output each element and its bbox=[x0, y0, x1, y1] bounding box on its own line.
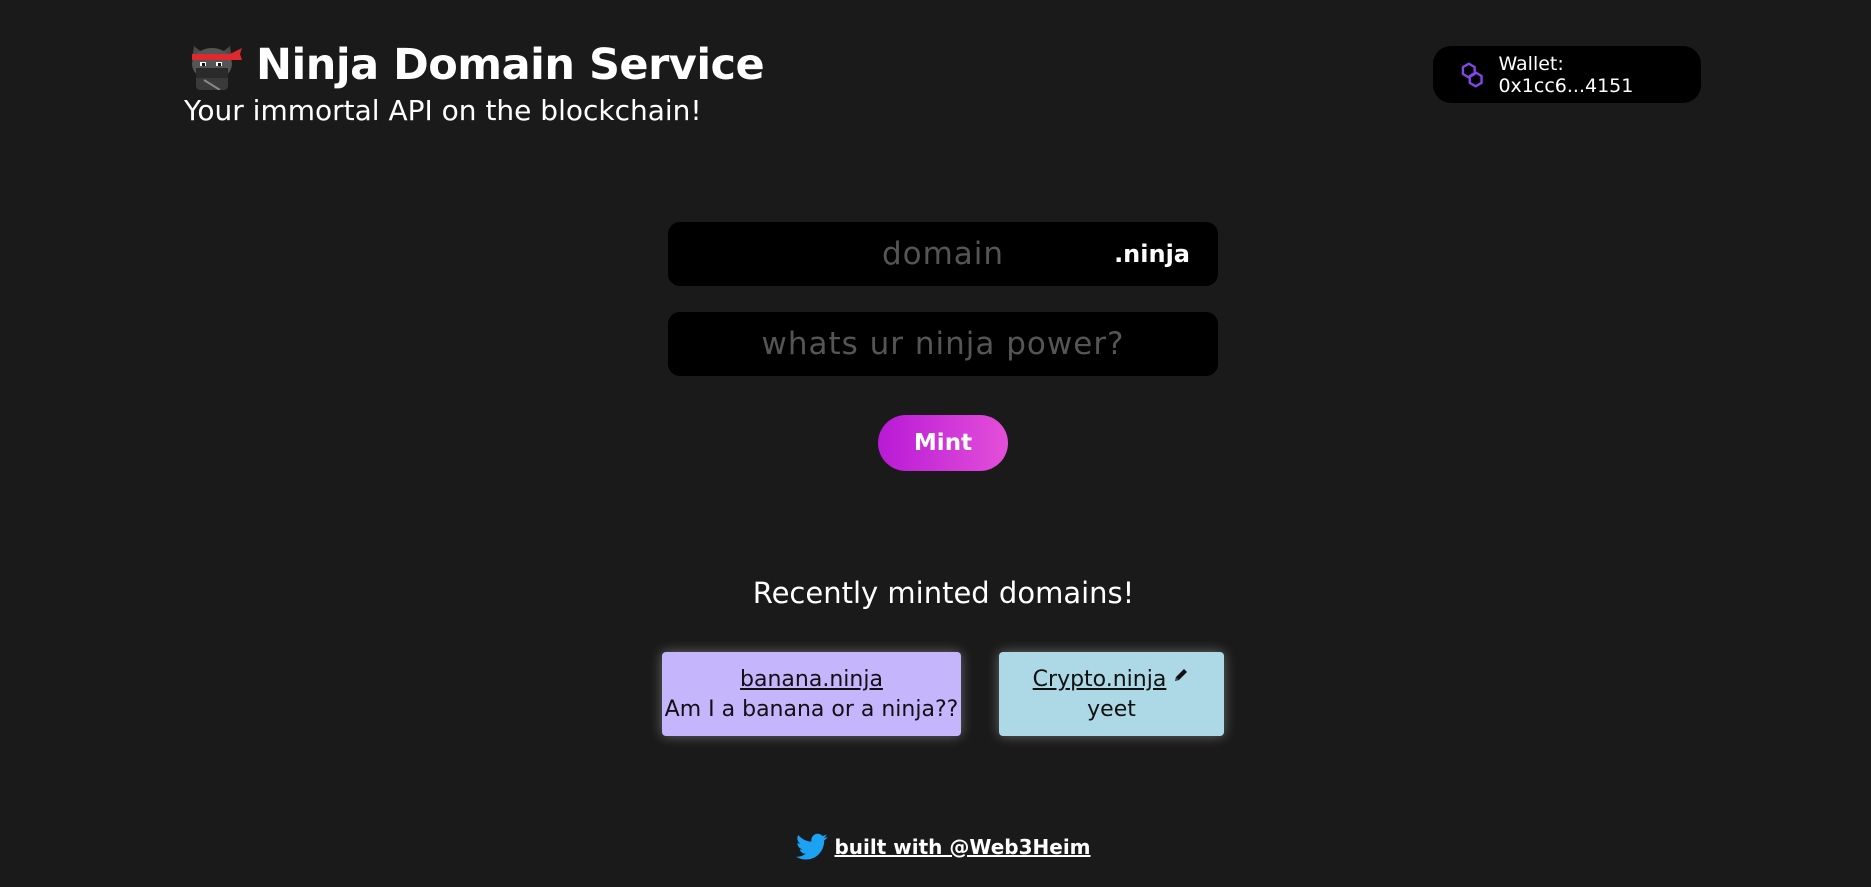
page-title: Ninja Domain Service bbox=[256, 40, 765, 90]
domain-field: .ninja bbox=[668, 222, 1218, 286]
twitter-icon bbox=[796, 833, 828, 860]
title-row: Ninja Domain Service bbox=[186, 38, 765, 92]
domain-record: yeet bbox=[1087, 697, 1136, 722]
header: Ninja Domain Service Your immortal API o… bbox=[184, 38, 765, 127]
domain-record: Am I a banana or a ninja?? bbox=[664, 697, 959, 722]
domain-link[interactable]: Crypto.ninja bbox=[1033, 667, 1167, 692]
recent-domains-title: Recently minted domains! bbox=[752, 576, 1135, 610]
domain-card: Crypto.ninja yeet bbox=[999, 652, 1224, 736]
wallet-badge[interactable]: Wallet: 0x1cc6...4151 bbox=[1433, 46, 1701, 103]
wallet-address: Wallet: 0x1cc6...4151 bbox=[1498, 52, 1634, 97]
page-subtitle: Your immortal API on the blockchain! bbox=[184, 94, 702, 127]
page: Ninja Domain Service Your immortal API o… bbox=[0, 0, 1871, 887]
mint-button[interactable]: Mint bbox=[878, 415, 1008, 471]
power-field bbox=[668, 312, 1218, 376]
polygon-icon bbox=[1461, 62, 1483, 87]
pencil-icon[interactable] bbox=[1172, 666, 1190, 684]
ninja-cat-icon bbox=[192, 46, 242, 90]
ninja-power-input[interactable] bbox=[668, 312, 1218, 376]
footer-link[interactable]: built with @Web3Heim bbox=[834, 835, 1090, 859]
domain-card: banana.ninja Am I a banana or a ninja?? bbox=[662, 652, 961, 736]
domain-link[interactable]: banana.ninja bbox=[740, 667, 883, 692]
footer: built with @Web3Heim bbox=[0, 833, 1871, 861]
tld-suffix: .ninja bbox=[1114, 240, 1190, 268]
